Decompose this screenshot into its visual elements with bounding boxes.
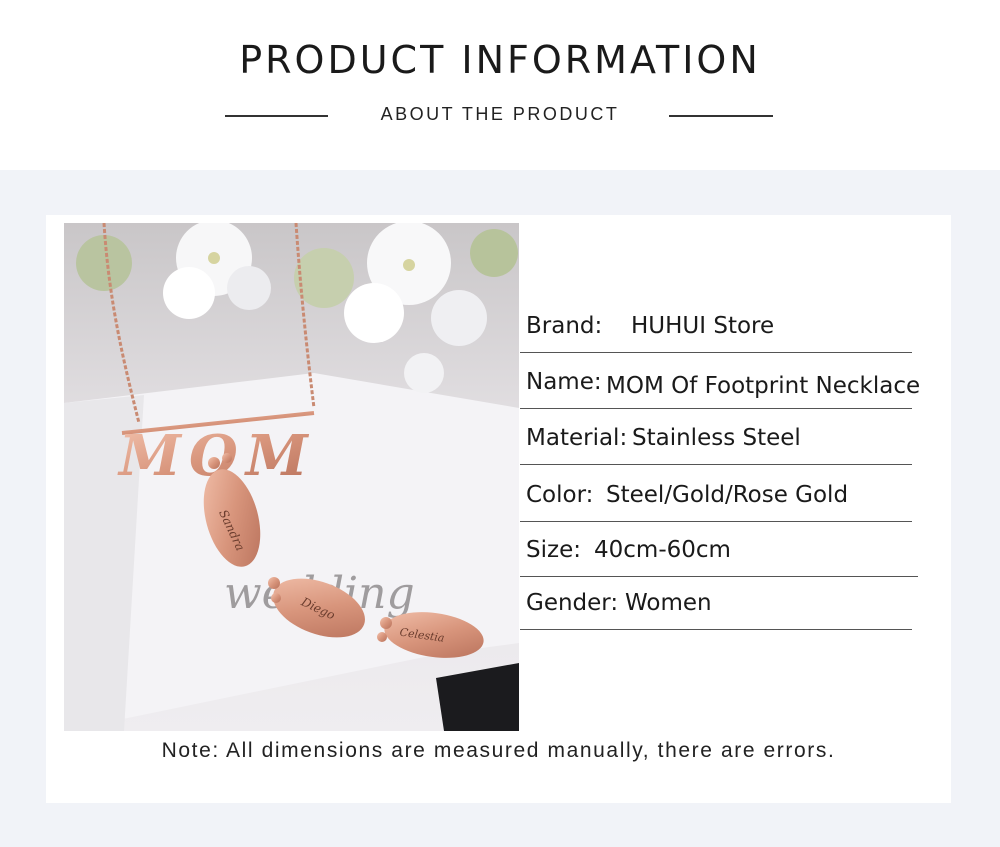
- header-banner: PRODUCT INFORMATION ABOUT THE PRODUCT: [0, 0, 1000, 170]
- page-title: PRODUCT INFORMATION: [239, 38, 761, 82]
- spec-value-gender: Women: [625, 590, 712, 616]
- spec-label-gender: Gender:: [526, 590, 619, 616]
- dimension-note: Note: All dimensions are measured manual…: [161, 739, 836, 762]
- page-subtitle: ABOUT THE PRODUCT: [380, 104, 620, 124]
- spec-label-size: Size:: [526, 537, 581, 563]
- spec-row-gender: Gender: Women: [520, 590, 958, 630]
- spec-divider: [520, 629, 912, 630]
- necklace-illustration: wedding MOM Sandra Diego: [64, 223, 519, 731]
- spec-divider: [520, 352, 912, 353]
- spec-value-brand: HUHUI Store: [631, 313, 775, 339]
- spec-label-brand: Brand:: [526, 313, 603, 339]
- spec-label-name: Name:: [526, 369, 602, 395]
- spec-label-material: Material:: [526, 425, 628, 451]
- spec-divider: [520, 576, 918, 577]
- spec-value-name: MOM Of Footprint Necklace: [606, 373, 921, 399]
- product-photo: wedding MOM Sandra Diego: [64, 223, 519, 731]
- spec-row-color: Color: Steel/Gold/Rose Gold: [520, 482, 958, 522]
- product-card: wedding MOM Sandra Diego: [46, 215, 951, 803]
- spec-row-brand: Brand: HUHUI Store: [520, 313, 958, 353]
- spec-label-color: Color:: [526, 482, 594, 508]
- spec-value-material: Stainless Steel: [632, 425, 801, 451]
- spec-row-name: Name: MOM Of Footprint Necklace: [520, 369, 958, 409]
- spec-row-size: Size: 40cm-60cm: [520, 537, 958, 577]
- subtitle-right-rule: [669, 115, 773, 117]
- spec-row-material: Material: Stainless Steel: [520, 425, 958, 465]
- subtitle-row: ABOUT THE PRODUCT: [0, 100, 1000, 130]
- spec-divider: [520, 464, 912, 465]
- spec-list: Brand: HUHUI Store Name: MOM Of Footprin…: [520, 215, 951, 645]
- spec-divider: [520, 408, 912, 409]
- spec-value-size: 40cm-60cm: [594, 537, 731, 563]
- spec-divider: [520, 521, 912, 522]
- spec-value-color: Steel/Gold/Rose Gold: [606, 482, 849, 508]
